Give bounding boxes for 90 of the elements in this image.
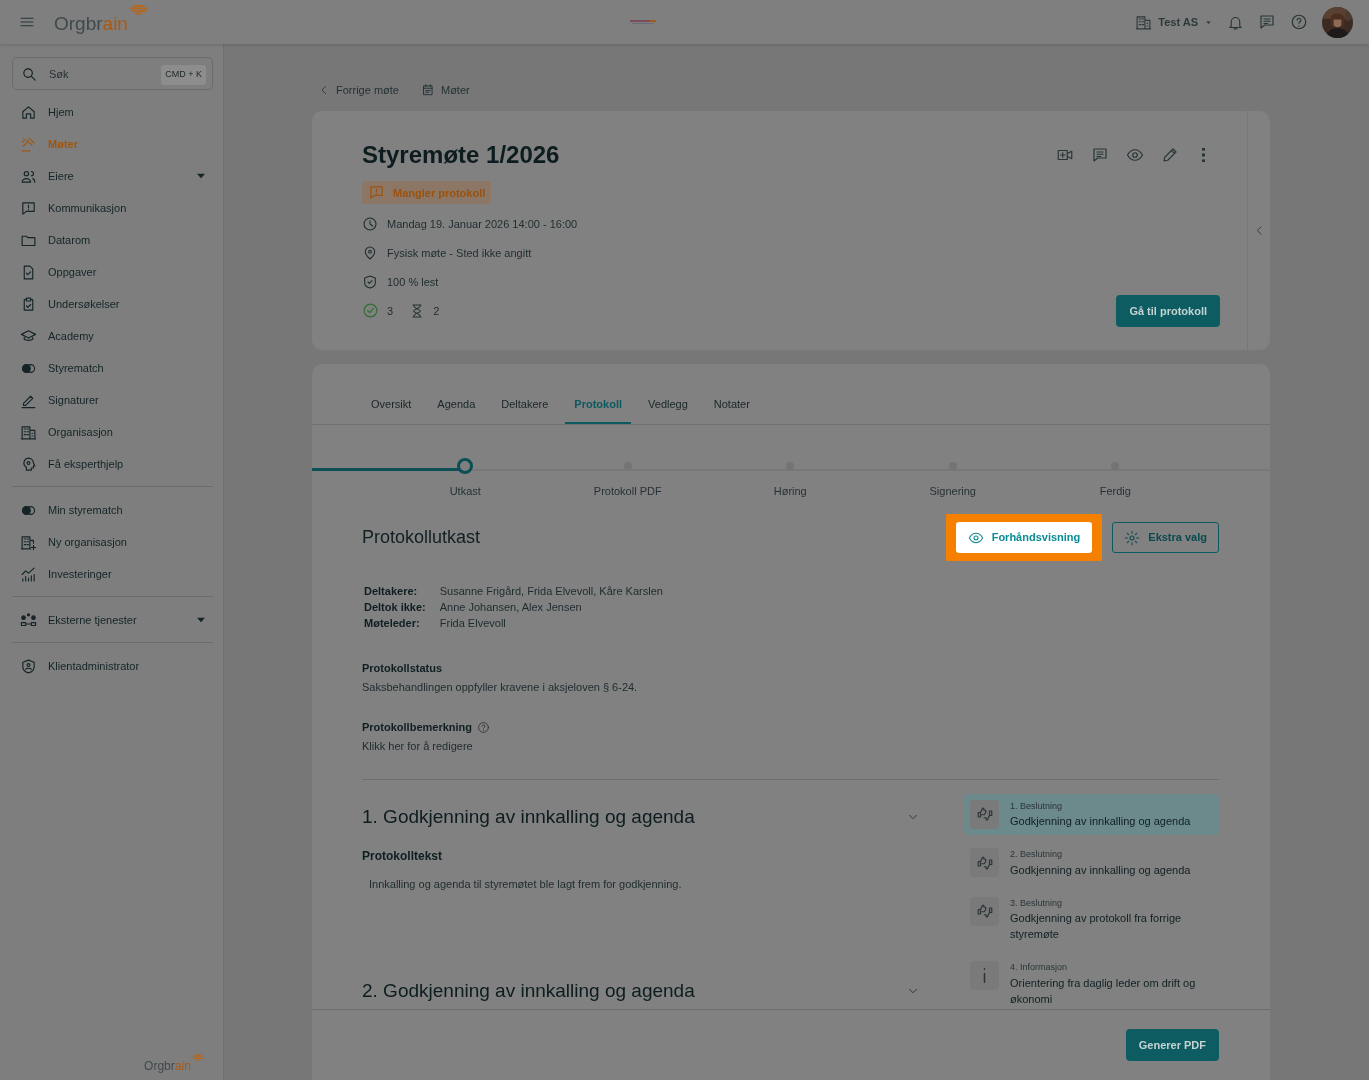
more-icon: [1201, 147, 1205, 162]
sidebar-item[interactable]: Academy: [12, 320, 213, 352]
sidebar-item[interactable]: Kommunikasjon: [12, 192, 213, 224]
breadcrumb-link[interactable]: Møter: [420, 82, 470, 99]
help-icon: [477, 720, 491, 734]
messages-button[interactable]: [1258, 13, 1276, 31]
home-icon: [20, 103, 37, 121]
field-label: Møteleder:: [364, 616, 420, 629]
count-text: 2: [433, 303, 440, 319]
agenda-item-title: 1. Godkjenning av innkalling og agenda: [362, 805, 695, 829]
sidebar-item[interactable]: Klientadministrator: [12, 650, 213, 682]
field-value: Anne Johansen, Alex Jensen: [439, 600, 582, 613]
tab[interactable]: Deltakere: [492, 384, 558, 424]
agenda-nav-item[interactable]: 4. Informasjon Orientering fra daglig leder om drift og økonomi: [964, 955, 1219, 1009]
sidebar-item[interactable]: Få eksperthjelp: [12, 448, 213, 480]
field-label: Deltakere:: [364, 584, 418, 597]
sidebar-item[interactable]: Min styrematch: [12, 494, 213, 526]
calendar-icon: [420, 83, 435, 98]
building-icon: [1135, 13, 1153, 31]
shield-user-icon: [20, 657, 37, 675]
gavel-icon: [20, 135, 37, 153]
sidebar-item[interactable]: Eiere: [12, 160, 213, 192]
meeting-detail: 100 % lest: [387, 274, 439, 290]
agenda-item-title: 2. Godkjenning av innkalling og agenda: [362, 980, 695, 1003]
company-logo: [627, 17, 658, 27]
sidebar-item[interactable]: Investeringer: [12, 558, 213, 590]
status-text: Saksbehandlingen oppfyller kravene i aksjeloven § 6-24.: [362, 681, 638, 694]
orgbrain-logo: Orgbrain: [54, 3, 150, 37]
head-icon: [20, 455, 37, 473]
tab[interactable]: Vedlegg: [639, 384, 697, 424]
count-text: 3: [387, 303, 394, 319]
preview-button[interactable]: Forhåndsvisning: [955, 522, 1093, 553]
step-label: Ferdig: [1099, 483, 1131, 499]
comments-button[interactable]: [1091, 145, 1109, 164]
meeting-detail: Mandag 19. Januar 2026 14:00 - 16:00: [387, 216, 578, 232]
status-badge: Mangler protokoll: [362, 181, 492, 205]
section-title: Protokollutkast: [362, 526, 481, 549]
organization-switcher[interactable]: Test AS: [1135, 13, 1213, 31]
tab[interactable]: Protokoll: [565, 384, 632, 424]
meeting-title: Styremøte 1/2026: [362, 140, 560, 170]
check-circle-icon: [362, 302, 379, 320]
go-to-protocol-button[interactable]: Gå til protokoll: [1116, 294, 1220, 328]
clock-icon: [362, 215, 378, 232]
sidebar-item[interactable]: Signaturer: [12, 384, 213, 416]
tab[interactable]: Oversikt: [362, 384, 421, 424]
help-icon: [1290, 13, 1308, 31]
agenda-nav-item[interactable]: 1. Beslutning Godkjenning av innkalling og agenda: [964, 793, 1219, 836]
people-group-icon: [20, 611, 37, 629]
agenda-nav-item[interactable]: 2. Beslutning Godkjenning av innkalling og agenda: [964, 842, 1219, 884]
message-alert-icon: [20, 199, 37, 217]
search-icon: [21, 66, 38, 84]
field-label: Deltok ikke:: [364, 600, 426, 613]
field-value: Frida Elvevoll: [439, 616, 506, 629]
options-button[interactable]: Ekstra valg: [1112, 522, 1219, 553]
sidebar-item[interactable]: Eksterne tjenester: [12, 604, 213, 636]
field-label: Protokollbemerkning: [362, 719, 473, 735]
shield-check-icon: [362, 273, 378, 290]
breadcrumb-link[interactable]: Forrige møte: [318, 82, 399, 99]
step-label: Protokoll PDF: [593, 483, 662, 499]
meeting-detail: Fysisk møte - Sted ikke angitt: [387, 245, 532, 261]
building-icon: [20, 423, 37, 441]
message-alert-icon: [368, 184, 385, 202]
field-label: Protokolltekst: [362, 848, 442, 863]
tab[interactable]: Notater: [704, 384, 759, 424]
chat-icon: [1091, 145, 1109, 164]
chart-icon: [20, 565, 37, 583]
tab[interactable]: Agenda: [428, 384, 485, 424]
building-plus-icon: [20, 533, 37, 551]
step-label: Signering: [929, 483, 976, 499]
agenda-nav-item[interactable]: 3. Beslutning Godkjenning av protokoll fra forrige styremøte: [964, 890, 1219, 949]
sidebar-item[interactable]: Oppgaver: [12, 256, 213, 288]
generate-pdf-button[interactable]: Generer PDF: [1125, 1028, 1219, 1061]
chat-icon: [1258, 13, 1276, 31]
sidebar-item[interactable]: Styrematch: [12, 352, 213, 384]
shortcut-hint: CMD + K: [161, 65, 206, 85]
sidebar-item[interactable]: Ny organisasjon: [12, 526, 213, 558]
orgbrain-logo: Orgbrain: [144, 1053, 205, 1074]
info-icon: [983, 968, 986, 984]
sidebar-item[interactable]: Organisasjon: [12, 416, 213, 448]
step-label: Utkast: [449, 483, 481, 499]
help-button[interactable]: [1290, 13, 1308, 31]
protocol-text: Innkalling og agenda til styremøtet ble lagt frem for godkjenning.: [369, 877, 682, 890]
edit-link[interactable]: Klikk her for å redigere: [362, 740, 473, 753]
sidebar-item[interactable]: Hjem: [12, 96, 213, 128]
sidebar-item[interactable]: Datarom: [12, 224, 213, 256]
field-value: Susanne Frigård, Frida Elvevoll, Kåre Karslen: [439, 584, 663, 597]
field-label: Protokollstatus: [362, 661, 443, 674]
step-label: Høring: [773, 483, 807, 499]
sidebar-item[interactable]: Undersøkelser: [12, 288, 213, 320]
location-pin-icon: [362, 244, 378, 261]
